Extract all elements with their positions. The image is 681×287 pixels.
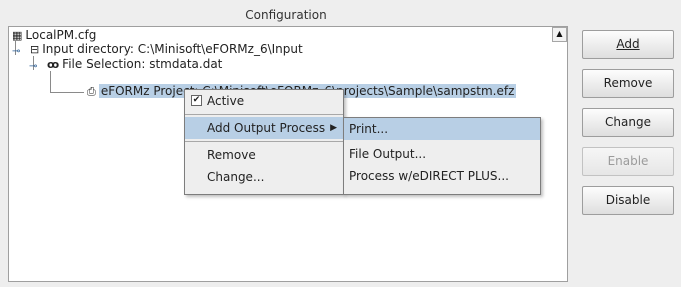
menu-item-label: Remove — [207, 148, 256, 162]
submenu-item-file-output[interactable]: File Output... — [344, 143, 540, 165]
binoculars-icon: ꝏ — [47, 58, 60, 71]
tree-connector — [50, 71, 51, 93]
output-process-submenu: Print... File Output... Process w/eDIREC… — [343, 117, 541, 195]
add-button[interactable]: Add — [582, 30, 674, 59]
tree-node-label: Input directory: C:\Minisoft\eFORMz_6\In… — [42, 42, 303, 56]
collapse-toggle[interactable]: ⊸ — [29, 62, 37, 72]
change-button[interactable]: Change — [582, 108, 674, 137]
button-label: Remove — [603, 76, 653, 90]
button-label: Add — [616, 37, 640, 51]
menu-item-remove[interactable]: Remove — [185, 144, 343, 166]
menu-item-add-output-process[interactable]: Add Output Process ▶ — [185, 117, 343, 139]
submenu-item-print[interactable]: Print... — [344, 118, 540, 140]
tree-node-input-directory[interactable]: ⊟ Input directory: C:\Minisoft\eFORMz_6\I… — [30, 42, 303, 57]
menu-item-change[interactable]: Change... — [185, 166, 343, 188]
enable-button: Enable — [582, 147, 674, 176]
button-label: Disable — [605, 193, 651, 207]
collapse-toggle[interactable]: ⊸ — [12, 47, 20, 57]
scroll-up-button[interactable]: ▲ — [552, 27, 567, 42]
button-label: Change — [605, 115, 651, 129]
tree-node-label: LocalPM.cfg — [25, 28, 97, 42]
folder-icon: ⊟ — [30, 43, 40, 56]
menu-item-label: File Output... — [349, 147, 427, 161]
tree-node-file-selection[interactable]: ꝏ File Selection: stmdata.dat — [47, 57, 222, 72]
context-menu: ✔ Active Add Output Process ▶ Remove Cha… — [184, 89, 344, 195]
menu-separator — [185, 114, 343, 115]
menu-item-label: Print... — [349, 122, 389, 136]
printer-icon: ⎙ — [87, 85, 96, 98]
submenu-arrow-icon: ▶ — [330, 123, 337, 133]
remove-button[interactable]: Remove — [582, 69, 674, 98]
configuration-title: Configuration — [245, 8, 327, 22]
menu-item-label: Active — [207, 94, 245, 108]
button-label: Enable — [607, 154, 649, 168]
menu-item-label: Add Output Process — [207, 121, 326, 135]
tree-node-root[interactable]: ▦ LocalPM.cfg — [12, 28, 96, 43]
checkbox-checked-icon: ✔ — [191, 95, 202, 106]
config-file-icon: ▦ — [12, 29, 23, 42]
tree-connector — [50, 92, 84, 93]
menu-item-label: Change... — [207, 170, 265, 184]
menu-item-label: Process w/eDIRECT PLUS... — [349, 169, 509, 183]
menu-separator — [185, 141, 343, 142]
disable-button[interactable]: Disable — [582, 186, 674, 215]
menu-item-active[interactable]: ✔ Active — [185, 90, 343, 112]
submenu-item-edirect-plus[interactable]: Process w/eDIRECT PLUS... — [344, 165, 540, 187]
tree-node-label: File Selection: stmdata.dat — [62, 57, 223, 71]
